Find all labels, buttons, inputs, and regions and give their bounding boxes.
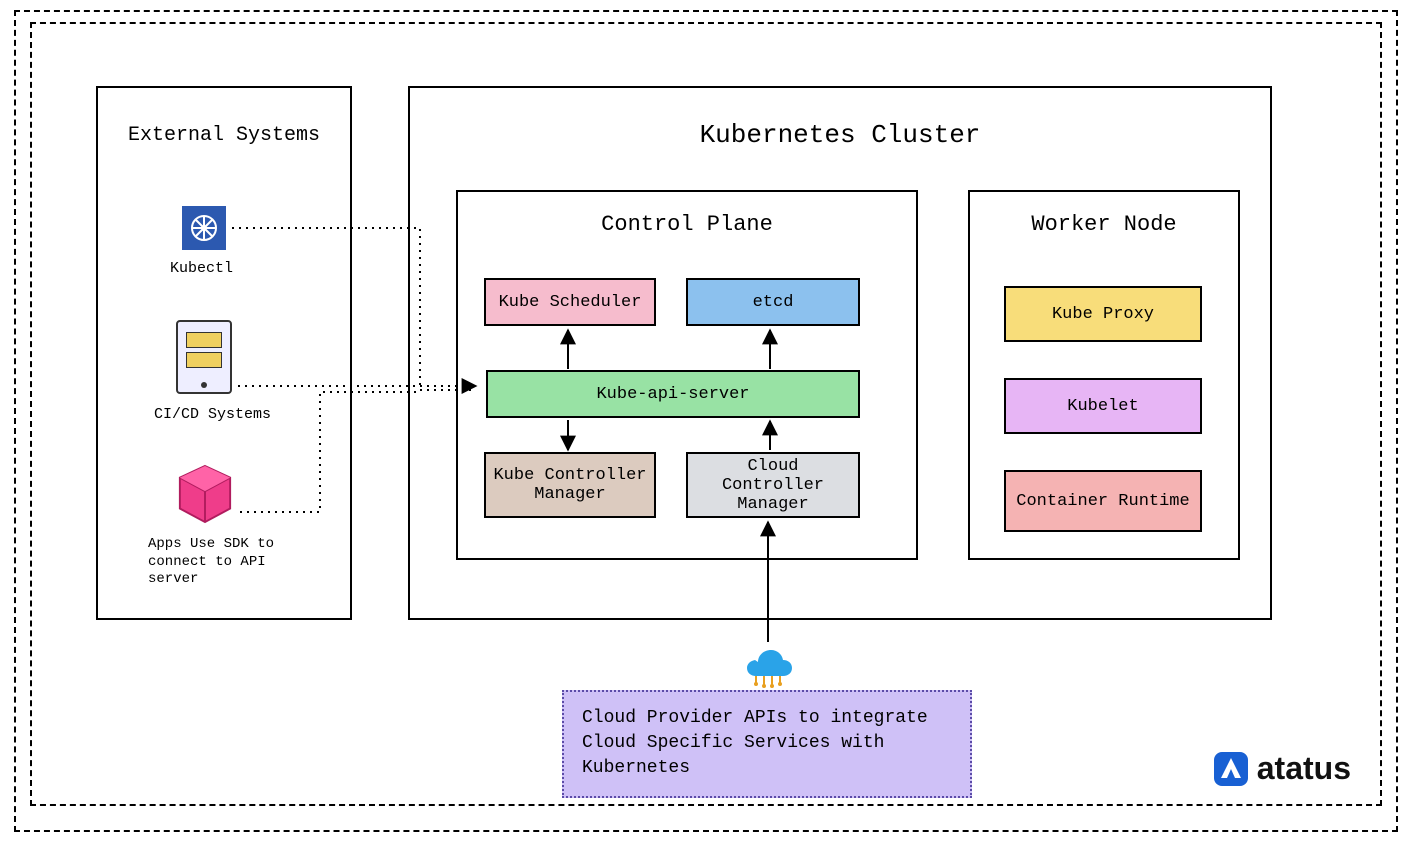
atatus-logo-icon <box>1213 751 1249 787</box>
control-plane-title: Control Plane <box>458 212 916 237</box>
worker-node-title: Worker Node <box>970 212 1238 237</box>
cloud-controller-manager-box: Cloud Controller Manager <box>686 452 860 518</box>
kube-controller-manager-box: Kube Controller Manager <box>484 452 656 518</box>
kubernetes-cluster-title: Kubernetes Cluster <box>410 120 1270 150</box>
cicd-label: CI/CD Systems <box>154 406 271 423</box>
container-runtime-box: Container Runtime <box>1004 470 1202 532</box>
etcd-box: etcd <box>686 278 860 326</box>
kube-api-server-box: Kube-api-server <box>486 370 860 418</box>
sdk-label: Apps Use SDK to connect to API server <box>148 536 288 589</box>
kubernetes-wheel-icon <box>182 206 226 250</box>
kube-proxy-box: Kube Proxy <box>1004 286 1202 342</box>
tablet-device-icon <box>176 320 232 394</box>
cloud-network-icon <box>740 638 796 693</box>
atatus-brand-text: atatus <box>1257 750 1351 787</box>
kubectl-label: Kubectl <box>170 260 233 277</box>
atatus-logo: atatus <box>1213 750 1351 787</box>
kubelet-box: Kubelet <box>1004 378 1202 434</box>
external-systems-title: External Systems <box>98 124 350 147</box>
kube-scheduler-box: Kube Scheduler <box>484 278 656 326</box>
cloud-provider-apis-box: Cloud Provider APIs to integrate Cloud S… <box>562 690 972 798</box>
cube-icon <box>176 464 234 526</box>
